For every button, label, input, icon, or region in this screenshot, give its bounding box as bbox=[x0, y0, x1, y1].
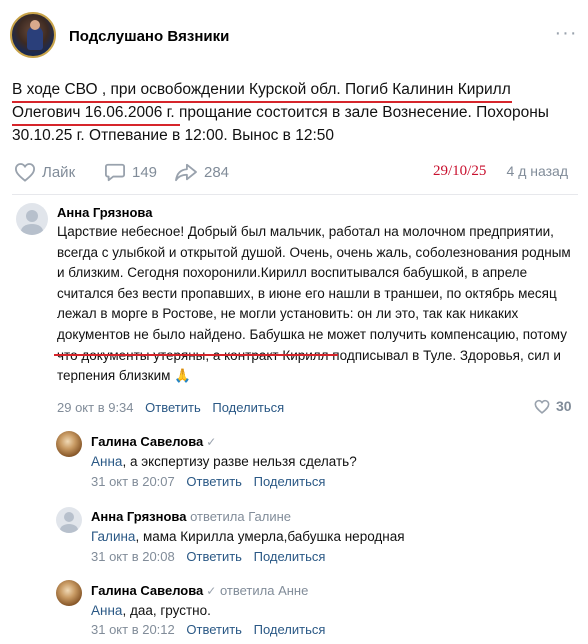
reply-text: Галина, мама Кирилла умерла,бабушка неро… bbox=[91, 527, 571, 548]
highlight-underline bbox=[54, 354, 338, 356]
reply-addressee[interactable]: Анна bbox=[91, 603, 122, 618]
reply-body: , даа, грустно. bbox=[122, 603, 211, 618]
reply-meta: 31 окт в 20:08 Ответить Поделиться bbox=[91, 549, 333, 564]
reply-text: Анна, а экспертизу разве нельзя сделать? bbox=[91, 452, 571, 473]
date-stamp: 29/10/25 bbox=[433, 163, 487, 179]
reply-link[interactable]: Ответить bbox=[186, 549, 242, 564]
reply-body: , мама Кирилла умерла,бабушка неродная bbox=[135, 529, 405, 544]
comment-date[interactable]: 29 окт в 9:34 bbox=[57, 400, 134, 415]
reply-body: , а экспертизу разве нельзя сделать? bbox=[122, 454, 357, 469]
reply-author[interactable]: Галина Савелова ✓ bbox=[91, 434, 216, 449]
comment-likes-count: 30 bbox=[556, 398, 572, 414]
reply-addressee[interactable]: Анна bbox=[91, 454, 122, 469]
reply-author[interactable]: Галина Савелова ✓ ответила Анне bbox=[91, 583, 308, 598]
reply-link[interactable]: Ответить bbox=[186, 622, 242, 637]
comment-icon bbox=[105, 163, 125, 182]
check-icon: ✓ bbox=[206, 435, 217, 449]
share-link[interactable]: Поделиться bbox=[254, 474, 326, 489]
avatar[interactable] bbox=[16, 203, 48, 235]
reply-date[interactable]: 31 окт в 20:12 bbox=[91, 622, 175, 637]
post-time[interactable]: 4 д назад bbox=[507, 163, 568, 179]
share-link[interactable]: Поделиться bbox=[254, 622, 326, 637]
comments-count: 149 bbox=[132, 163, 158, 181]
reply-author-name: Галина Савелова bbox=[91, 434, 204, 449]
more-icon[interactable]: ··· bbox=[554, 23, 578, 46]
pray-emoji-icon: 🙏 bbox=[174, 368, 191, 384]
reply-author-name: Анна Грязнова bbox=[91, 509, 187, 524]
share-link[interactable]: Поделиться bbox=[254, 549, 326, 564]
reply-meta: 31 окт в 20:12 Ответить Поделиться bbox=[91, 622, 333, 637]
share-icon bbox=[175, 163, 197, 182]
heart-icon bbox=[534, 399, 550, 414]
share-link[interactable]: Поделиться bbox=[212, 400, 284, 415]
reply-link[interactable]: Ответить bbox=[186, 474, 242, 489]
like-label: Лайк bbox=[42, 163, 76, 181]
group-name[interactable]: Подслушано Вязники bbox=[69, 28, 229, 45]
shares-count: 284 bbox=[204, 163, 230, 181]
highlight-underline bbox=[12, 101, 512, 103]
comment-like-button[interactable]: 30 bbox=[534, 398, 572, 414]
reply-text: Анна, даа, грустно. bbox=[91, 601, 571, 622]
reply-to-label[interactable]: ответила Анне bbox=[220, 583, 308, 598]
heart-icon bbox=[14, 163, 36, 182]
avatar[interactable] bbox=[56, 507, 82, 533]
post-actions: Лайк 149 284 29/10/25 4 д назад bbox=[12, 160, 578, 184]
reply-date[interactable]: 31 окт в 20:08 bbox=[91, 549, 175, 564]
avatar[interactable] bbox=[56, 431, 82, 457]
reply-addressee[interactable]: Галина bbox=[91, 529, 135, 544]
reply-date[interactable]: 31 окт в 20:07 bbox=[91, 474, 175, 489]
reply-meta: 31 окт в 20:07 Ответить Поделиться bbox=[91, 474, 333, 489]
highlight-underline bbox=[12, 124, 180, 126]
reply-author-name: Галина Савелова bbox=[91, 583, 204, 598]
comment-author[interactable]: Анна Грязнова bbox=[57, 205, 152, 220]
post-text: В ходе СВО , при освобождении Курской об… bbox=[12, 81, 549, 144]
reply-to-label[interactable]: ответила Галине bbox=[190, 509, 291, 524]
like-button[interactable]: Лайк bbox=[14, 160, 75, 184]
check-icon: ✓ bbox=[206, 584, 217, 598]
group-avatar[interactable] bbox=[10, 12, 56, 58]
reply-link[interactable]: Ответить bbox=[145, 400, 201, 415]
post-header: Подслушано Вязники ··· bbox=[10, 12, 578, 60]
reply-author[interactable]: Анна Грязнова ответила Галине bbox=[91, 509, 291, 524]
comment-meta: 29 окт в 9:34 Ответить Поделиться bbox=[57, 400, 292, 415]
comments-button[interactable]: 149 bbox=[104, 160, 157, 184]
comment-text: Царствие небесное! Добрый был мальчик, р… bbox=[57, 222, 577, 387]
avatar[interactable] bbox=[56, 580, 82, 606]
comment-body: Царствие небесное! Добрый был мальчик, р… bbox=[57, 224, 571, 384]
share-button[interactable]: 284 bbox=[174, 160, 229, 184]
divider bbox=[12, 194, 578, 195]
